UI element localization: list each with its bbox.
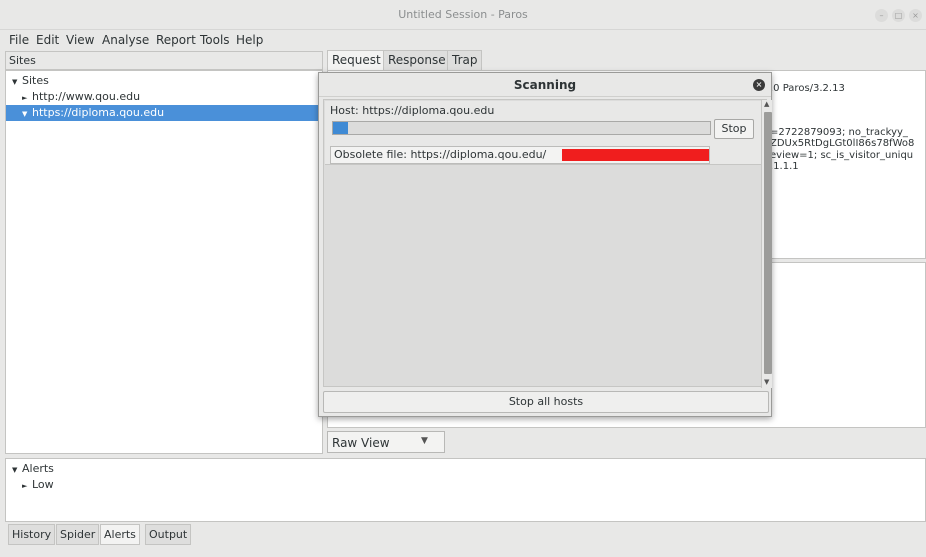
- paros-window: Untitled Session - Paros – □ × File Edit…: [0, 0, 926, 557]
- host-scan-row: Host: https://diploma.qou.edu Stop Obsol…: [325, 101, 761, 165]
- title-bar: Untitled Session - Paros – □ ×: [0, 0, 926, 30]
- view-mode-select[interactable]: Raw View ▼: [327, 431, 445, 453]
- menu-analyse[interactable]: Analyse: [102, 33, 149, 47]
- tab-response[interactable]: Response: [383, 50, 451, 70]
- sites-header-label: Sites: [9, 54, 36, 67]
- request-text-line: =2722879093; no_trackyy_: [770, 127, 908, 138]
- stop-button[interactable]: Stop: [714, 119, 754, 139]
- scrollbar-thumb[interactable]: [764, 112, 772, 374]
- scanning-dialog: Scanning × Host: https://diploma.qou.edu…: [318, 72, 772, 417]
- menu-help[interactable]: Help: [236, 33, 263, 47]
- scroll-down-icon[interactable]: ▼: [764, 378, 769, 386]
- request-text-line: .0 Paros/3.2.13: [770, 83, 845, 94]
- window-title: Untitled Session - Paros: [398, 8, 528, 21]
- tab-output[interactable]: Output: [145, 524, 192, 545]
- dialog-title: Scanning: [319, 73, 771, 97]
- tree-root-alerts[interactable]: ▼ Alerts: [6, 461, 906, 477]
- tab-request[interactable]: Request: [327, 50, 386, 71]
- scan-progress-bar: [332, 121, 711, 135]
- sites-tree: ▼ Sites ► http://www.qou.edu ▼ https://dipl…: [5, 70, 323, 454]
- sites-header: Sites: [5, 51, 323, 70]
- current-file-text: Obsolete file: https://diploma.qou.edu/: [334, 148, 547, 161]
- menu-bar: File Edit View Analyse Report Tools Help: [0, 30, 926, 51]
- expand-down-icon[interactable]: ▼: [12, 462, 22, 478]
- menu-file[interactable]: File: [9, 33, 29, 47]
- expand-down-icon[interactable]: ▼: [12, 74, 22, 90]
- request-text-line: eview=1; sc_is_visitor_uniqu: [770, 150, 914, 161]
- tree-item-qou[interactable]: ► http://www.qou.edu: [6, 89, 322, 105]
- tab-history[interactable]: History: [8, 524, 56, 545]
- tab-spider[interactable]: Spider: [56, 524, 100, 545]
- progress-fill: [333, 122, 348, 134]
- menu-report[interactable]: Report: [156, 33, 196, 47]
- tree-root-sites[interactable]: ▼ Sites: [6, 73, 322, 89]
- host-label: Host: https://diploma.qou.edu: [330, 104, 495, 117]
- scroll-up-icon[interactable]: ▲: [764, 100, 769, 108]
- menu-tools[interactable]: Tools: [200, 33, 230, 47]
- redaction-mark: [562, 149, 709, 161]
- expand-down-icon[interactable]: ▼: [22, 106, 32, 122]
- scan-list: Host: https://diploma.qou.edu Stop Obsol…: [323, 99, 772, 388]
- tab-alerts[interactable]: Alerts: [100, 524, 140, 545]
- expand-right-icon[interactable]: ►: [22, 478, 32, 494]
- alerts-tree: ▼ Alerts ► Low: [5, 458, 926, 522]
- current-file-field: Obsolete file: https://diploma.qou.edu/: [330, 146, 710, 164]
- scan-list-scrollbar[interactable]: ▲ ▼: [761, 100, 772, 388]
- view-mode-value: Raw View: [332, 436, 390, 450]
- chevron-down-icon[interactable]: ▼: [421, 436, 428, 446]
- request-text-line: ZDUx5RtDgLGt0lI86s78fWo8: [770, 138, 915, 149]
- tab-trap[interactable]: Trap: [447, 50, 483, 70]
- menu-view[interactable]: View: [66, 33, 94, 47]
- expand-right-icon[interactable]: ►: [22, 90, 32, 106]
- close-icon[interactable]: ×: [753, 79, 765, 91]
- close-icon[interactable]: ×: [909, 9, 922, 22]
- minimize-icon[interactable]: –: [875, 9, 888, 22]
- request-text-line: .1.1.1: [770, 161, 799, 172]
- tree-item-diploma[interactable]: ▼ https://diploma.qou.edu: [6, 105, 322, 121]
- maximize-icon[interactable]: □: [892, 9, 905, 22]
- tree-item-low[interactable]: ► Low: [6, 477, 906, 493]
- menu-edit[interactable]: Edit: [36, 33, 59, 47]
- stop-all-hosts-button[interactable]: Stop all hosts: [323, 391, 769, 413]
